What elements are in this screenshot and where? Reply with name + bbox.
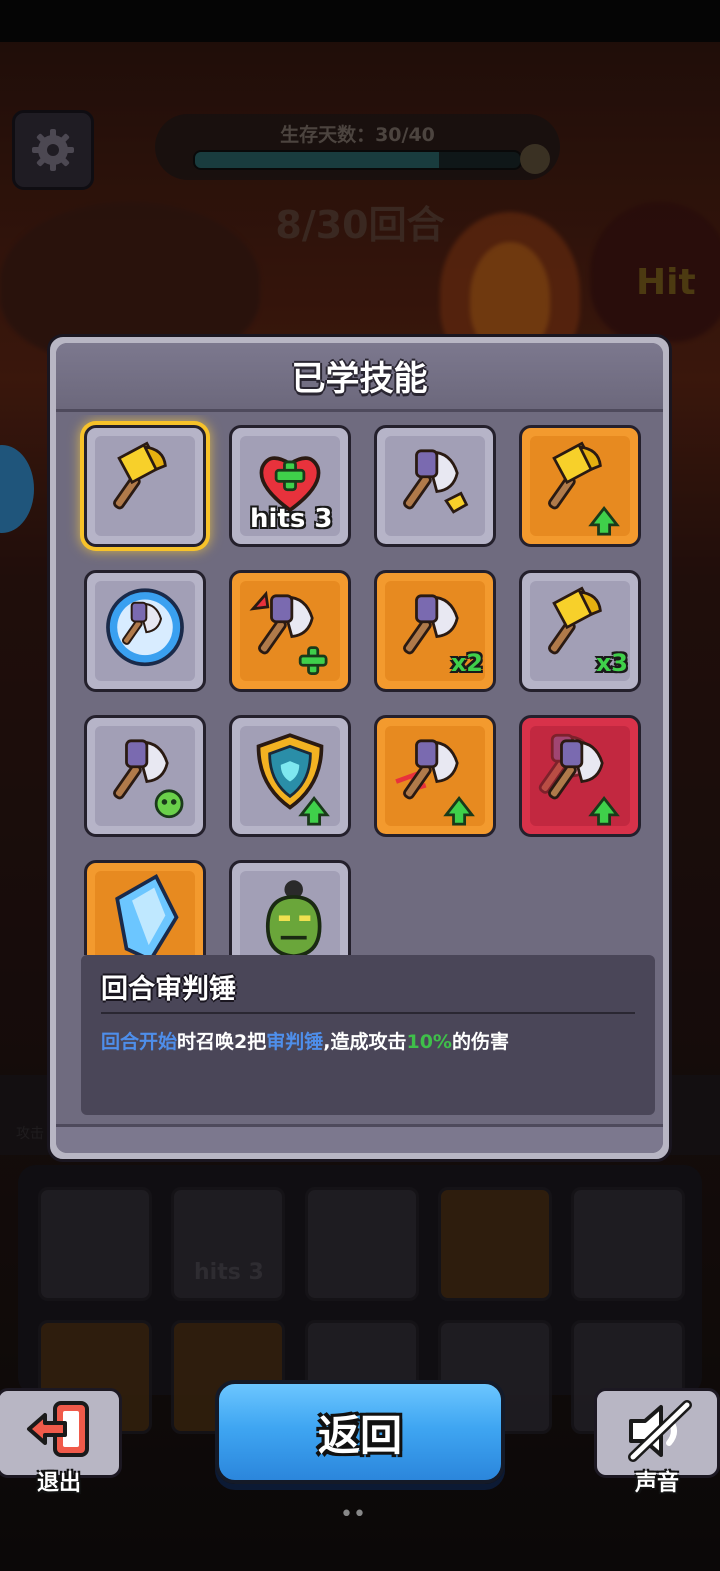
- skill-slot[interactable]: [519, 425, 641, 547]
- skill-slot[interactable]: [374, 715, 496, 837]
- skill-slot[interactable]: [229, 570, 351, 692]
- panel-body: 已学技能 hits 3 x2 x3 回合审判锤 回合开始时召唤2把审判锤,造成攻击1…: [56, 343, 663, 1153]
- axe-poison-icon: [113, 739, 184, 819]
- axe-crit-upgrade-icon: [395, 739, 475, 826]
- axe-bubble-icon: [106, 588, 184, 667]
- skill-slot[interactable]: [229, 860, 351, 955]
- page-indicator: ••: [340, 1502, 366, 1527]
- sound-muted-icon: [628, 1400, 692, 1462]
- axe-plus-icon: [249, 590, 328, 675]
- exit-door-icon: [27, 1401, 89, 1457]
- description-segment: 审判锤: [266, 1031, 324, 1053]
- panel-footer: [56, 1124, 663, 1153]
- axe-speed-upgrade-icon: [538, 733, 620, 826]
- axe-with-hammer-icon: [403, 449, 469, 514]
- skill-slot[interactable]: x2: [374, 570, 496, 692]
- panel-header: 已学技能: [56, 343, 663, 412]
- status-bar: [0, 0, 720, 42]
- skill-slot[interactable]: [84, 425, 206, 547]
- skill-slot-label: x2: [450, 649, 483, 677]
- skill-slot[interactable]: x3: [519, 570, 641, 692]
- description-segment: ,造成攻击: [323, 1031, 407, 1053]
- sound-label: 声音: [634, 1471, 679, 1496]
- skill-slot[interactable]: [374, 425, 496, 547]
- exit-label: 退出: [36, 1471, 81, 1496]
- skill-slot[interactable]: [229, 715, 351, 837]
- back-label: 返回: [317, 1410, 402, 1460]
- description-segment: 时召唤2把: [177, 1031, 267, 1053]
- ice-crystal-icon: [115, 873, 179, 955]
- skill-name: 回合审判锤: [101, 974, 236, 1005]
- golden-hammer-upgrade-icon: [548, 441, 620, 536]
- skill-slot-label: x3: [595, 649, 628, 677]
- panel-title: 已学技能: [291, 359, 428, 399]
- skill-slot[interactable]: [84, 715, 206, 837]
- skill-grid: hits 3 x2 x3: [66, 415, 659, 955]
- sound-button[interactable]: 声音: [594, 1388, 720, 1496]
- skill-slot[interactable]: [519, 715, 641, 837]
- skill-slot-label: hits 3: [250, 504, 333, 534]
- exit-button[interactable]: 退出: [0, 1388, 122, 1496]
- skill-slot[interactable]: hits 3: [229, 425, 351, 547]
- description-segment: 回合开始: [101, 1031, 178, 1053]
- skill-slot[interactable]: [84, 860, 206, 955]
- skill-description-box: 回合审判锤 回合开始时召唤2把审判锤,造成攻击10%的伤害: [81, 955, 655, 1115]
- skill-slot[interactable]: [84, 570, 206, 692]
- description-segment: 10%: [406, 1031, 452, 1053]
- learned-skills-panel: 已学技能 hits 3 x2 x3 回合审判锤 回合开始时召唤2把审判锤,造成攻击1…: [47, 334, 672, 1162]
- back-button[interactable]: 返回: [215, 1380, 505, 1484]
- golden-hammer-icon: [113, 441, 167, 510]
- shield-upgrade-icon: [256, 733, 330, 826]
- description-segment: 的伤害: [451, 1031, 509, 1053]
- description-divider: [101, 1012, 635, 1014]
- orc-summon-icon: [265, 880, 322, 955]
- skill-description-text: 回合开始时召唤2把审判锤,造成攻击10%的伤害: [101, 1027, 509, 1054]
